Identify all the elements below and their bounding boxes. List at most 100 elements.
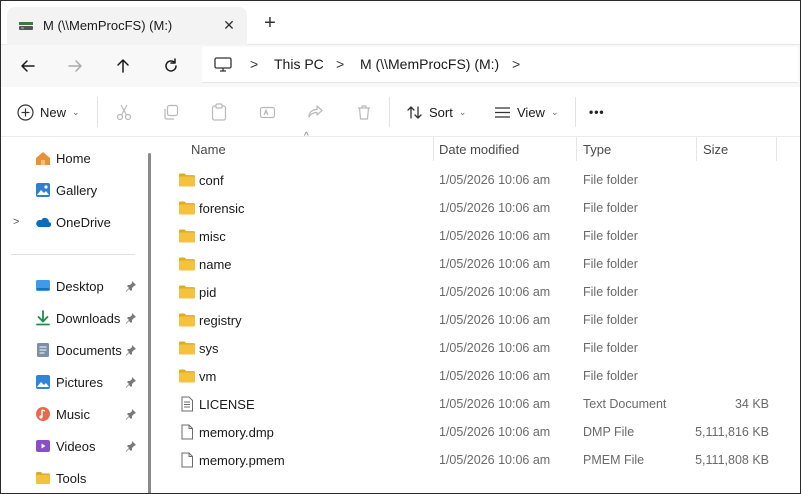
sidebar-item-tools[interactable]: Tools	[1, 465, 149, 491]
file-date-modified: 1/05/2026 10:06 am	[439, 425, 551, 439]
tab-drive-m[interactable]: M (\\MemProcFS) (M:) ✕	[7, 7, 247, 45]
file-type: File folder	[583, 313, 638, 327]
chevron-down-icon: ⌄	[458, 106, 467, 117]
file-row[interactable]: conf 1/05/2026 10:06 am File folder	[168, 166, 793, 194]
rename-button[interactable]	[259, 101, 276, 123]
delete-button[interactable]	[356, 101, 372, 123]
breadcrumb-drive-m[interactable]: M (\\MemProcFS) (M:)	[360, 56, 499, 72]
refresh-button[interactable]	[158, 53, 184, 79]
file-icon	[181, 424, 193, 440]
folder-icon	[179, 285, 195, 299]
column-header-type[interactable]: Type	[583, 137, 611, 161]
breadcrumb-this-pc[interactable]: This PC	[274, 56, 324, 72]
desktop-icon	[36, 280, 50, 291]
file-icon	[181, 452, 193, 468]
pin-icon[interactable]	[125, 344, 137, 356]
file-row[interactable]: sys 1/05/2026 10:06 am File folder	[168, 334, 793, 362]
chevron-right-icon[interactable]: >	[13, 216, 19, 228]
column-header-date[interactable]: Date modified	[439, 137, 519, 161]
paste-button[interactable]	[211, 101, 227, 123]
file-row[interactable]: vm 1/05/2026 10:06 am File folder	[168, 362, 793, 390]
column-divider[interactable]	[433, 137, 434, 161]
tab-strip: M (\\MemProcFS) (M:) ✕ +	[1, 1, 800, 45]
file-name: vm	[199, 369, 217, 384]
cut-button[interactable]	[116, 101, 132, 123]
file-row[interactable]: name 1/05/2026 10:06 am File folder	[168, 250, 793, 278]
sidebar-item-downloads[interactable]: Downloads	[1, 305, 149, 331]
file-date-modified: 1/05/2026 10:06 am	[439, 201, 551, 215]
column-divider[interactable]	[776, 137, 777, 161]
pin-icon[interactable]	[125, 376, 137, 388]
more-options-button[interactable]: •••	[589, 101, 605, 123]
sidebar-item-videos[interactable]: Videos	[1, 433, 149, 459]
close-tab-button[interactable]: ✕	[220, 16, 238, 34]
file-explorer-window: M (\\MemProcFS) (M:) ✕ + > This PC > M (…	[0, 0, 801, 494]
arrow-right-icon	[68, 60, 82, 72]
file-row[interactable]: registry 1/05/2026 10:06 am File folder	[168, 306, 793, 334]
scissors-icon	[116, 104, 132, 121]
breadcrumb-separator: >	[336, 56, 345, 72]
share-icon	[308, 104, 323, 118]
file-list: ^ Name Date modified Type Size conf 1/05/…	[158, 131, 800, 493]
sidebar-scrollbar[interactable]	[148, 153, 151, 493]
pin-icon[interactable]	[125, 440, 137, 452]
file-type: File folder	[583, 341, 638, 355]
address-bar[interactable]: > This PC > M (\\MemProcFS) (M:) >	[202, 47, 798, 83]
file-row[interactable]: LICENSE 1/05/2026 10:06 am Text Document 34…	[168, 390, 793, 418]
divider	[97, 97, 98, 127]
breadcrumb-separator[interactable]: >	[512, 56, 520, 72]
sidebar-item-home[interactable]: Home	[1, 145, 149, 171]
pin-icon[interactable]	[125, 408, 137, 420]
navigation-bar: > This PC > M (\\MemProcFS) (M:) >	[1, 45, 800, 87]
folder-icon	[179, 229, 195, 243]
new-button[interactable]: New ⌄	[17, 101, 80, 123]
videos-icon	[36, 440, 50, 452]
file-name: name	[199, 257, 232, 272]
onedrive-icon	[36, 217, 51, 228]
pin-icon[interactable]	[125, 312, 137, 324]
column-header-label: Size	[703, 141, 729, 157]
text-document-icon	[181, 396, 193, 412]
clipboard-icon	[211, 103, 227, 121]
file-row[interactable]: misc 1/05/2026 10:06 am File folder	[168, 222, 793, 250]
sort-button[interactable]: Sort ⌄	[406, 101, 466, 123]
home-icon	[36, 152, 50, 165]
file-row[interactable]: forensic 1/05/2026 10:06 am File folder	[168, 194, 793, 222]
this-pc-icon	[214, 57, 232, 72]
documents-icon	[37, 343, 49, 357]
arrow-left-icon	[21, 60, 35, 72]
column-divider[interactable]	[696, 137, 697, 161]
file-row[interactable]: memory.pmem 1/05/2026 10:06 am PMEM File 5,…	[168, 446, 793, 474]
sidebar-item-label: Pictures	[56, 374, 103, 390]
column-header-name[interactable]: Name	[191, 137, 226, 161]
sidebar-item-onedrive[interactable]: > OneDrive	[1, 209, 149, 235]
column-header-label: Type	[583, 141, 612, 157]
sidebar-item-pictures[interactable]: Pictures	[1, 369, 149, 395]
file-name: LICENSE	[199, 397, 255, 412]
file-name: memory.pmem	[199, 453, 285, 468]
share-button[interactable]	[307, 101, 324, 123]
sidebar-item-music[interactable]: Music	[1, 401, 149, 427]
file-type: File folder	[583, 229, 638, 243]
file-type: Text Document	[583, 397, 667, 411]
sidebar-item-gallery[interactable]: Gallery	[1, 177, 149, 203]
back-button[interactable]	[15, 53, 41, 79]
copy-button[interactable]	[163, 101, 179, 123]
column-divider[interactable]	[576, 137, 577, 161]
up-button[interactable]	[110, 53, 136, 79]
folder-icon	[179, 313, 195, 327]
file-size: 34 KB	[734, 397, 769, 411]
view-label: View	[517, 104, 545, 120]
pin-icon[interactable]	[125, 280, 137, 292]
column-header-size[interactable]: Size	[703, 137, 728, 161]
forward-button[interactable]	[62, 53, 88, 79]
sidebar-item-documents[interactable]: Documents	[1, 337, 149, 363]
divider	[575, 97, 576, 127]
new-tab-button[interactable]: +	[259, 13, 281, 35]
gallery-icon	[36, 183, 50, 197]
file-type: File folder	[583, 173, 638, 187]
file-row[interactable]: memory.dmp 1/05/2026 10:06 am DMP File 5,11…	[168, 418, 793, 446]
sidebar-item-desktop[interactable]: Desktop	[1, 273, 149, 299]
view-button[interactable]: View ⌄	[494, 101, 559, 123]
file-row[interactable]: pid 1/05/2026 10:06 am File folder	[168, 278, 793, 306]
